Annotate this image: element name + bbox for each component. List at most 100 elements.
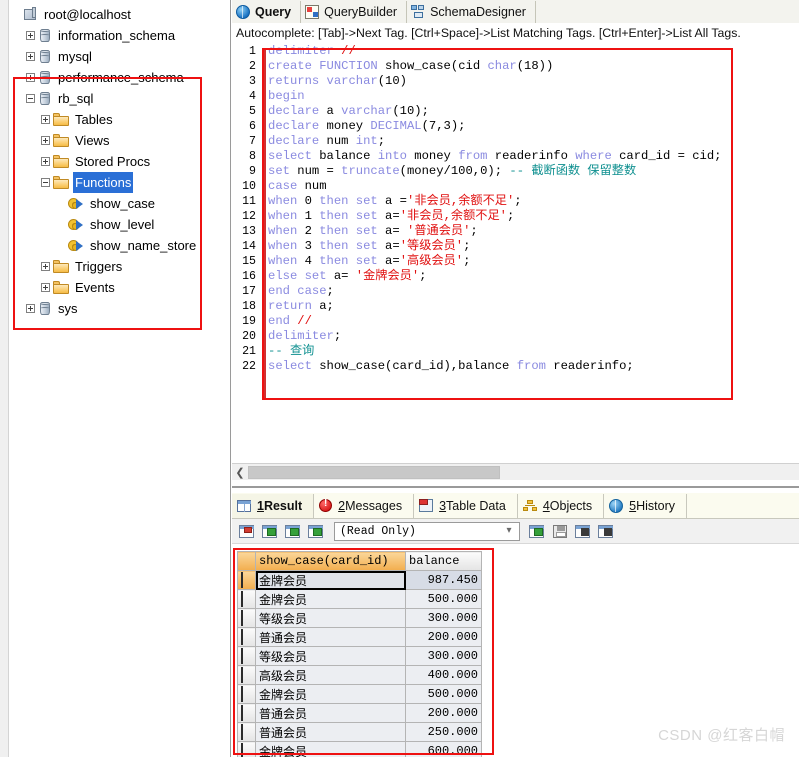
- cell-show-case[interactable]: 金牌会员: [255, 589, 406, 609]
- tree-item-show-name-store[interactable]: show_name_store: [8, 235, 230, 256]
- save-row-button[interactable]: [549, 521, 570, 542]
- select-all-cell[interactable]: [237, 551, 256, 571]
- view-tab-strip[interactable]: Query QueryBuilder SchemaDesigner: [232, 0, 799, 24]
- table-row[interactable]: 普通会员 200.000: [237, 703, 482, 723]
- scroll-left-arrow-icon[interactable]: ❮: [232, 464, 248, 480]
- cell-show-case[interactable]: 金牌会员: [255, 570, 406, 590]
- tree-item-functions[interactable]: Functions: [8, 172, 230, 193]
- cell-balance[interactable]: 250.000: [405, 722, 482, 742]
- cell-balance[interactable]: 200.000: [405, 703, 482, 723]
- tree-item-tables[interactable]: Tables: [8, 109, 230, 130]
- cell-balance[interactable]: 300.000: [405, 608, 482, 628]
- cell-balance[interactable]: 300.000: [405, 646, 482, 666]
- table-row[interactable]: 等级会员 300.000: [237, 608, 482, 628]
- code-line[interactable]: 9 set num = truncate(money/100,0); -- 截断函…: [232, 164, 799, 179]
- checkbox-icon[interactable]: [241, 686, 243, 702]
- scrollbar-thumb[interactable]: [248, 465, 500, 479]
- cell-show-case[interactable]: 高级会员: [255, 665, 406, 685]
- code-line[interactable]: 19 end //: [232, 314, 799, 329]
- expand-toggle[interactable]: [38, 109, 53, 130]
- tree-item-information-schema[interactable]: information_schema: [8, 25, 230, 46]
- result-grid[interactable]: show_case(card_id) balance 金牌会员 987.450 金牌会员…: [237, 551, 482, 757]
- new-grid-button[interactable]: [236, 521, 257, 542]
- code-line[interactable]: 18 return a;: [232, 299, 799, 314]
- table-row[interactable]: 金牌会员 500.000: [237, 589, 482, 609]
- row-selector-cell[interactable]: [237, 665, 256, 685]
- row-selector-cell[interactable]: [237, 684, 256, 704]
- checkbox-icon[interactable]: [241, 629, 243, 645]
- row-selector-cell[interactable]: [237, 589, 256, 609]
- table-row[interactable]: 普通会员 200.000: [237, 627, 482, 647]
- tab-schemadesigner[interactable]: SchemaDesigner: [407, 0, 536, 23]
- checkbox-icon[interactable]: [241, 610, 243, 626]
- code-line[interactable]: 7 declare num int;: [232, 134, 799, 149]
- column-header-1[interactable]: balance: [405, 551, 482, 571]
- collapse-toggle[interactable]: [38, 172, 53, 193]
- checkbox-icon[interactable]: [241, 743, 243, 757]
- delete-row-button[interactable]: [572, 521, 593, 542]
- cell-balance[interactable]: 987.450: [405, 570, 482, 590]
- checkbox-icon[interactable]: [241, 724, 243, 740]
- code-line[interactable]: 20 delimiter;: [232, 329, 799, 344]
- checkbox-icon[interactable]: [241, 705, 243, 721]
- code-line[interactable]: 12 when 1 then set a='非会员,余额不足';: [232, 209, 799, 224]
- column-header-0[interactable]: show_case(card_id): [255, 551, 406, 571]
- cell-balance[interactable]: 200.000: [405, 627, 482, 647]
- table-row[interactable]: 等级会员 300.000: [237, 646, 482, 666]
- cell-show-case[interactable]: 普通会员: [255, 627, 406, 647]
- tree-item-triggers[interactable]: Triggers: [8, 256, 230, 277]
- table-row[interactable]: 普通会员 250.000: [237, 722, 482, 742]
- expand-toggle[interactable]: [23, 25, 38, 46]
- checkbox-icon[interactable]: [241, 667, 243, 683]
- tree-item-performance-schema[interactable]: performance_schema: [8, 67, 230, 88]
- row-selector-cell[interactable]: [237, 722, 256, 742]
- sql-code-area[interactable]: 1 delimiter //2 create FUNCTION show_case(…: [232, 44, 799, 463]
- pane-splitter[interactable]: [232, 486, 799, 488]
- table-row[interactable]: 金牌会员 987.450: [237, 570, 482, 590]
- tree-item-rb-sql[interactable]: rb_sql: [8, 88, 230, 109]
- tab-querybuilder[interactable]: QueryBuilder: [301, 0, 408, 23]
- tab-query[interactable]: Query: [232, 0, 302, 23]
- result-tab-messages[interactable]: 2 Messages: [314, 493, 415, 518]
- add-row-button[interactable]: [526, 521, 547, 542]
- expand-toggle[interactable]: [38, 277, 53, 298]
- clear-grid-button[interactable]: [595, 521, 616, 542]
- code-line[interactable]: 2 create FUNCTION show_case(cid char(18)): [232, 59, 799, 74]
- tree-item-views[interactable]: Views: [8, 130, 230, 151]
- cell-show-case[interactable]: 等级会员: [255, 608, 406, 628]
- row-selector-cell[interactable]: [237, 627, 256, 647]
- table-row[interactable]: 金牌会员 500.000: [237, 684, 482, 704]
- code-line[interactable]: 4 begin: [232, 89, 799, 104]
- tree-item-events[interactable]: Events: [8, 277, 230, 298]
- expand-toggle[interactable]: [38, 256, 53, 277]
- code-line[interactable]: 13 when 2 then set a= '普通会员';: [232, 224, 799, 239]
- tree-item-show-case[interactable]: show_case: [8, 193, 230, 214]
- collapse-toggle[interactable]: [23, 88, 38, 109]
- export-button[interactable]: [282, 521, 303, 542]
- code-line[interactable]: 3 returns varchar(10): [232, 74, 799, 89]
- expand-toggle[interactable]: [23, 298, 38, 319]
- code-line[interactable]: 8 select balance into money from readerin…: [232, 149, 799, 164]
- row-selector-cell[interactable]: [237, 703, 256, 723]
- chevron-down-icon[interactable]: ▾: [501, 525, 517, 537]
- scrollbar-track[interactable]: [500, 464, 799, 480]
- row-selector-cell[interactable]: [237, 570, 256, 590]
- row-selector-cell[interactable]: [237, 608, 256, 628]
- result-tab-objects[interactable]: 4 Objects: [518, 493, 605, 518]
- code-line[interactable]: 16 else set a= '金牌会员';: [232, 269, 799, 284]
- checkbox-icon[interactable]: [241, 648, 243, 664]
- tree-item-mysql[interactable]: mysql: [8, 46, 230, 67]
- cell-balance[interactable]: 600.000: [405, 741, 482, 757]
- cell-balance[interactable]: 500.000: [405, 684, 482, 704]
- checkbox-icon[interactable]: [241, 572, 243, 588]
- code-line[interactable]: 1 delimiter //: [232, 44, 799, 59]
- expand-toggle[interactable]: [23, 46, 38, 67]
- expand-toggle[interactable]: [38, 151, 53, 172]
- table-row[interactable]: 金牌会员 600.000: [237, 741, 482, 757]
- code-line[interactable]: 6 declare money DECIMAL(7,3);: [232, 119, 799, 134]
- cell-show-case[interactable]: 普通会员: [255, 722, 406, 742]
- expand-toggle[interactable]: [38, 130, 53, 151]
- database-tree[interactable]: root@localhost information_schema mysql per…: [8, 4, 230, 319]
- code-line[interactable]: 11 when 0 then set a ='非会员,余额不足';: [232, 194, 799, 209]
- cell-balance[interactable]: 500.000: [405, 589, 482, 609]
